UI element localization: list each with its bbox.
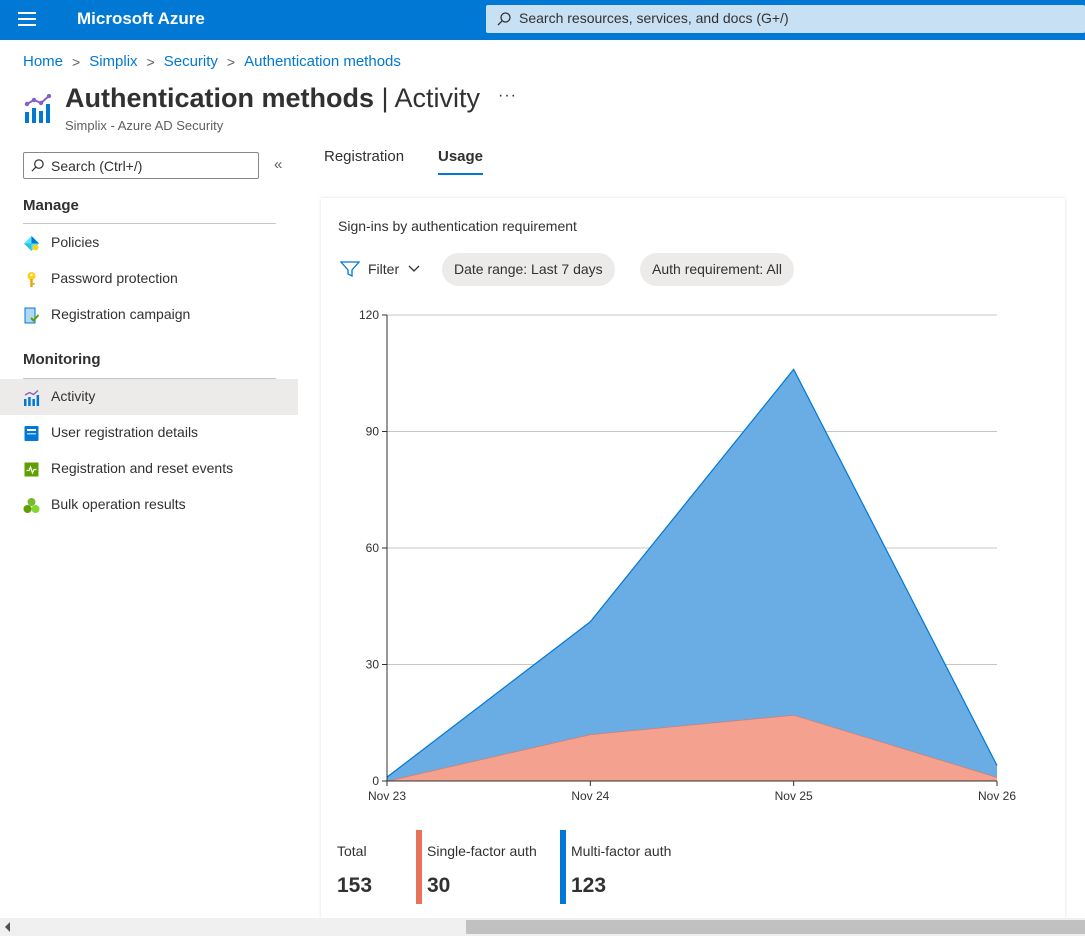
x-tick-label: Nov 24 <box>571 789 609 803</box>
more-options-button[interactable]: ··· <box>498 87 517 105</box>
sidebar-item-label: Bulk operation results <box>51 496 186 512</box>
legend-total-value: 153 <box>337 874 373 897</box>
y-tick-label: 0 <box>372 774 379 788</box>
y-tick-label: 120 <box>359 308 379 322</box>
horizontal-scrollbar[interactable] <box>0 918 1085 936</box>
scrollbar-thumb[interactable] <box>466 920 1085 934</box>
sidebar-item-bulk-operation-results[interactable]: Bulk operation results <box>0 487 298 523</box>
breadcrumb-security[interactable]: Security <box>164 53 218 70</box>
x-tick-label: Nov 25 <box>775 789 813 803</box>
sidebar-item-label: Registration campaign <box>51 306 191 322</box>
page-title: Authentication methods | Activity <box>65 83 481 113</box>
bulk-operation-icon <box>23 498 40 513</box>
y-tick-label: 90 <box>366 425 380 439</box>
hamburger-menu-icon[interactable] <box>18 12 36 28</box>
monitoring-section-header: Monitoring <box>23 351 101 368</box>
sidebar-search-placeholder: Search (Ctrl+/) <box>51 158 143 174</box>
sidebar-item-label: Activity <box>51 388 96 404</box>
breadcrumb-separator: > <box>72 53 81 70</box>
active-tab-indicator <box>438 173 483 175</box>
top-bar: Microsoft Azure Search resources, servic… <box>0 0 1085 40</box>
registration-campaign-icon <box>24 307 40 324</box>
legend-swatch <box>560 830 566 904</box>
key-icon <box>27 272 36 287</box>
policies-icon <box>24 236 39 251</box>
tab-usage[interactable]: Usage <box>438 148 483 165</box>
breadcrumb-simplix[interactable]: Simplix <box>89 53 137 70</box>
sign-ins-card: Sign-ins by authentication requirement F… <box>321 198 1065 918</box>
page-subtitle: Simplix - Azure AD Security <box>65 118 224 133</box>
sidebar-item-registration-campaign[interactable]: Registration campaign <box>0 297 298 333</box>
breadcrumb-home[interactable]: Home <box>23 53 63 70</box>
brand-title[interactable]: Microsoft Azure <box>77 9 205 29</box>
search-icon <box>497 12 511 26</box>
sidebar-item-user-registration-details[interactable]: User registration details <box>0 415 298 451</box>
user-registration-icon <box>24 426 39 441</box>
legend-single-value: 30 <box>427 874 451 897</box>
divider <box>23 223 276 224</box>
x-tick-label: Nov 23 <box>368 789 406 803</box>
scroll-left-arrow-icon[interactable] <box>5 922 10 932</box>
activity-chart-icon <box>24 94 52 123</box>
sidebar-item-registration-and-reset-events[interactable]: Registration and reset events <box>0 451 298 487</box>
tab-registration[interactable]: Registration <box>324 148 404 165</box>
sidebar-item-label: Policies <box>51 234 100 250</box>
sidebar-item-label: Registration and reset events <box>51 460 234 476</box>
events-icon <box>24 462 39 477</box>
breadcrumb-authentication-methods[interactable]: Authentication methods <box>244 53 401 70</box>
legend-multi-value: 123 <box>571 874 607 897</box>
search-icon <box>31 159 44 172</box>
collapse-sidebar-button[interactable]: « <box>274 156 282 173</box>
sidebar-item-password-protection[interactable]: Password protection <box>0 261 298 297</box>
sidebar-search-input[interactable]: Search (Ctrl+/) <box>23 152 259 179</box>
sidebar-item-policies[interactable]: Policies <box>0 225 298 261</box>
legend-multi-label: Multi-factor auth <box>571 843 672 859</box>
x-tick-label: Nov 26 <box>978 789 1016 803</box>
sidebar-item-label: Password protection <box>51 270 178 286</box>
area-chart: 0 30 60 90 120 Nov 23 Nov 24 Nov 25 Nov 26 <box>359 308 1016 803</box>
y-tick-label: 60 <box>366 541 380 555</box>
sidebar-item-activity[interactable]: Activity <box>0 379 298 415</box>
manage-section-header: Manage <box>23 197 79 214</box>
activity-chart-icon <box>24 389 40 406</box>
global-search-input[interactable]: Search resources, services, and docs (G+… <box>486 5 1085 33</box>
global-search-placeholder: Search resources, services, and docs (G+… <box>519 10 789 26</box>
legend-single-label: Single-factor auth <box>427 843 537 859</box>
breadcrumb-separator: > <box>146 53 155 70</box>
sidebar-item-label: User registration details <box>51 424 199 440</box>
legend-total-label: Total <box>337 843 367 859</box>
breadcrumb-separator: > <box>226 53 236 70</box>
breadcrumb: Home > Simplix > Security > Authenticati… <box>23 53 401 70</box>
y-tick-label: 30 <box>366 658 380 672</box>
legend-swatch <box>416 830 422 904</box>
